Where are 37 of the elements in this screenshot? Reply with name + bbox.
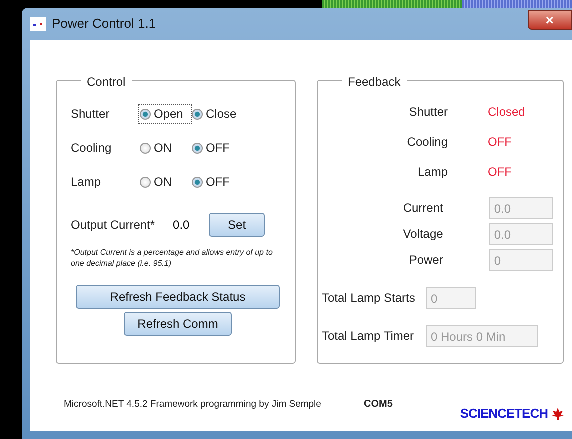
logo-text: SCIENCETECH — [460, 405, 548, 423]
radio-option[interactable]: Open — [139, 105, 191, 123]
status-label: Cooling — [406, 134, 448, 151]
set-button[interactable]: Set — [209, 213, 266, 237]
port-label: COM5 — [364, 398, 393, 412]
field-label: Shutter — [71, 106, 111, 123]
field-label: Output Current* — [71, 217, 156, 234]
window-title: Power Control 1.1 — [52, 15, 156, 34]
app-icon — [30, 17, 46, 31]
status-value: OFF — [488, 134, 512, 151]
radio-option[interactable]: ON — [139, 173, 191, 191]
reading-label: Power — [408, 252, 444, 269]
note-text: *Output Current is a percentage and allows entry of up to one decimal place (i.e. 95.1) — [71, 247, 274, 269]
total-field: 0 — [426, 287, 476, 309]
maple-leaf-icon — [552, 408, 564, 420]
status-value: OFF — [488, 164, 512, 181]
field-label: Cooling — [71, 140, 113, 157]
radio-option[interactable]: ON — [139, 139, 191, 157]
total-label: Total Lamp Timer — [322, 328, 416, 345]
radio-option[interactable]: OFF — [191, 139, 243, 157]
credit-text: Microsoft.NET 4.5.2 Framework programming by Jim Semple — [64, 398, 322, 412]
total-label: Total Lamp Starts — [322, 290, 416, 307]
field-label: Lamp — [71, 174, 102, 191]
reading-field: 0.0 — [489, 223, 553, 245]
status-label: Lamp — [416, 164, 448, 181]
reading-label: Current — [402, 200, 444, 217]
refresh-button[interactable]: Refresh Comm — [124, 312, 232, 336]
refresh-button[interactable]: Refresh Feedback Status — [76, 285, 280, 309]
total-field: 0 Hours 0 Min — [426, 325, 538, 347]
close-button[interactable]: × — [528, 10, 572, 30]
status-label: Shutter — [408, 104, 448, 121]
reading-label: Voltage — [402, 226, 444, 243]
radio-option[interactable]: OFF — [191, 173, 243, 191]
reading-field: 0 — [489, 249, 553, 271]
reading-field: 0.0 — [489, 197, 553, 219]
radio-option[interactable]: Close — [191, 105, 243, 123]
status-value: Closed — [488, 104, 526, 121]
